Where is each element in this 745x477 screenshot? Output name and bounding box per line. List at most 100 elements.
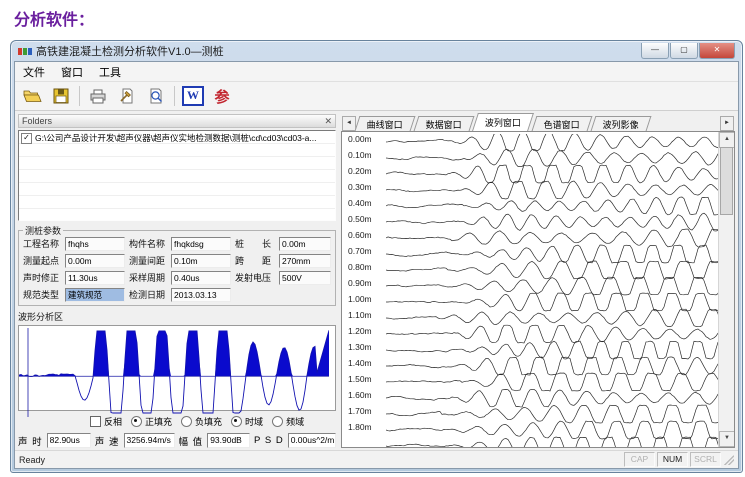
folders-close-icon[interactable]: ✕ — [324, 117, 332, 126]
depth-label: 0.20m — [348, 166, 372, 176]
open-button[interactable] — [21, 85, 43, 107]
param-value[interactable]: 建筑规范 — [65, 288, 125, 302]
status-text: Ready — [19, 455, 45, 465]
vertical-scrollbar[interactable]: ▲ ▼ — [718, 132, 734, 447]
param-label: 声时修正 — [23, 271, 61, 284]
toolbar: W 参 — [15, 82, 738, 111]
field-value[interactable]: 82.90us — [47, 433, 91, 448]
waveform-path — [386, 325, 722, 343]
status-cell-scrl: SCRL — [690, 452, 721, 467]
tab-label: 曲线窗口 — [367, 118, 403, 131]
tab-scroll-right-icon[interactable]: ► — [720, 116, 734, 131]
scroll-up-icon[interactable]: ▲ — [719, 132, 735, 148]
print-setup-button[interactable] — [116, 85, 138, 107]
tab-2[interactable]: 数据窗口 — [414, 116, 475, 131]
scroll-down-icon[interactable]: ▼ — [719, 431, 735, 447]
depth-label: 0.00m — [348, 134, 372, 144]
page-heading: 分析软件： — [14, 6, 94, 30]
checkbox-checked-icon[interactable]: ✓ — [21, 133, 32, 144]
waveform-path — [386, 421, 722, 439]
right-panel: ◄ 曲线窗口数据窗口波列窗口 色谱窗口波列影像 ► 0.00m 0.10m 0.20m… — [340, 111, 738, 450]
tab-label: 色谱窗口 — [544, 118, 580, 131]
tab-5[interactable]: 波列影像 — [591, 116, 652, 131]
folders-tree[interactable]: ✓ G:\公司产品设计开发\超声仪器\超声仪实地检测数据\测桩\cd\cd03\… — [18, 130, 336, 220]
tree-item[interactable]: ✓ G:\公司产品设计开发\超声仪器\超声仪实地检测数据\测桩\cd\cd03\… — [19, 131, 335, 145]
param-label: 工程名称 — [23, 237, 61, 250]
scrollbar-thumb[interactable] — [720, 147, 733, 215]
param-value[interactable]: 0.00m — [65, 254, 125, 268]
print-button[interactable] — [87, 85, 109, 107]
left-panel: Folders ✕ ✓ G:\公司产品设计开发\超声仪器\超声仪实地检测数据\测… — [15, 111, 337, 450]
param-value[interactable]: 11.30us — [65, 271, 125, 285]
radio-icon — [131, 416, 142, 427]
param-value[interactable]: fhqhs — [65, 237, 125, 251]
depth-label: 0.70m — [348, 246, 372, 256]
maximize-button[interactable]: ▢ — [670, 43, 698, 59]
resize-grip[interactable] — [724, 455, 734, 465]
param-label: 测量间距 — [129, 254, 167, 267]
tab-4[interactable]: 色谱窗口 — [532, 116, 593, 131]
param-value[interactable]: 0.00m — [279, 237, 331, 251]
window-titlebar[interactable]: 高铁建混凝土检测分析软件V1.0—测桩 — ▢ ✕ — [14, 41, 739, 61]
page-hammer-icon — [117, 86, 137, 106]
menu-item-1[interactable]: 文件 — [15, 64, 53, 80]
close-button[interactable]: ✕ — [699, 43, 735, 59]
tab-scroll-left-icon[interactable]: ◄ — [342, 116, 356, 131]
param-value[interactable]: 0.40us — [171, 271, 231, 285]
wave-train-area[interactable]: 0.00m0.10m0.20m0.30m0.40m0.50m0.60m0.70m… — [341, 131, 735, 448]
tab-bar: ◄ 曲线窗口数据窗口波列窗口 色谱窗口波列影像 ► — [341, 114, 735, 131]
menu-bar: 文件窗口工具 — [15, 62, 738, 82]
app-icon — [18, 48, 32, 55]
param-value[interactable]: 500V — [279, 271, 331, 285]
menu-item-3[interactable]: 工具 — [91, 64, 129, 80]
waveform-path — [386, 165, 722, 183]
waveform-path — [386, 341, 722, 359]
depth-label: 0.30m — [348, 182, 372, 192]
field-value[interactable]: 93.90dB — [207, 433, 250, 448]
pile-params-title: 测桩参数 — [23, 224, 63, 237]
param-value[interactable]: fhqkdsg — [171, 237, 231, 251]
waveform-path — [386, 437, 722, 448]
param-label: 检测日期 — [129, 288, 167, 301]
param-label: 桩 长 — [235, 237, 275, 250]
depth-label: 0.10m — [348, 150, 372, 160]
tab-label: 波列窗口 — [485, 116, 521, 129]
field-value[interactable]: 3256.94m/s — [124, 433, 175, 448]
print-preview-button[interactable] — [145, 85, 167, 107]
param-value[interactable]: 2013.03.13 — [171, 288, 231, 302]
waveform-path — [386, 389, 722, 407]
param-value[interactable]: 0.10m — [171, 254, 231, 268]
export-word-button[interactable]: W — [182, 85, 204, 107]
depth-label: 1.40m — [348, 358, 372, 368]
waveform-path — [386, 293, 722, 311]
waveform-path — [386, 277, 722, 295]
menu-item-2[interactable]: 窗口 — [53, 64, 91, 80]
param-label: 构件名称 — [129, 237, 167, 250]
radio-icon — [181, 416, 192, 427]
wave-analysis-plot[interactable] — [18, 325, 336, 412]
radio-icon — [231, 416, 242, 427]
waveform-path — [386, 181, 722, 199]
toolbar-separator — [79, 86, 80, 106]
open-folder-icon — [22, 86, 42, 106]
window-title: 高铁建混凝土检测分析软件V1.0—测桩 — [36, 43, 224, 59]
depth-label: 0.40m — [348, 198, 372, 208]
param-label: 发射电压 — [235, 271, 275, 284]
printer-icon — [88, 86, 108, 106]
save-button[interactable] — [50, 85, 72, 107]
param-value[interactable]: 270mm — [279, 254, 331, 268]
field-value[interactable]: 0.00us^2/m — [288, 433, 336, 448]
tab-3[interactable]: 波列窗口 — [472, 113, 534, 131]
minimize-button[interactable]: — — [641, 43, 669, 59]
waveform-path — [386, 134, 722, 151]
tab-1[interactable]: 曲线窗口 — [355, 116, 416, 131]
depth-label: 1.20m — [348, 326, 372, 336]
param-label: 跨 距 — [235, 254, 275, 267]
depth-label: 1.30m — [348, 342, 372, 352]
parameters-button[interactable]: 参 — [211, 85, 233, 107]
depth-label: 1.70m — [348, 406, 372, 416]
param-label: 规范类型 — [23, 288, 61, 301]
window-client: 文件窗口工具 — [14, 61, 739, 469]
waveform-path — [386, 373, 722, 391]
waveform-path — [386, 229, 722, 247]
